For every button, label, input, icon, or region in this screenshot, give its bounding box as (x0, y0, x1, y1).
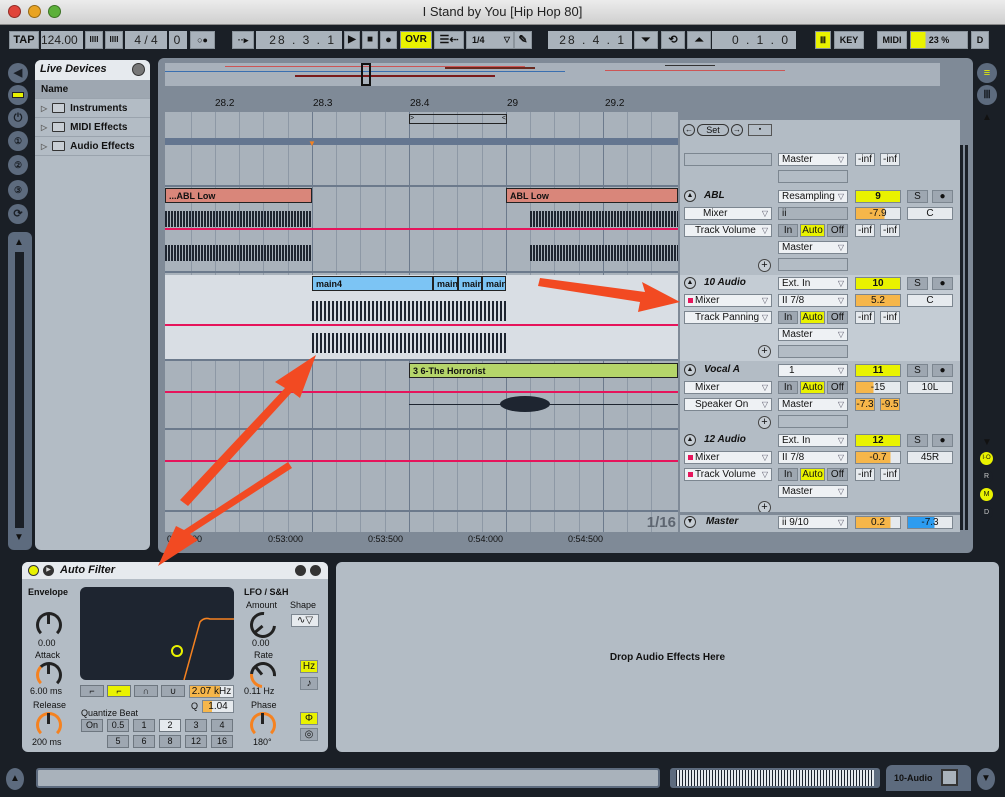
annotation-arrow (538, 278, 680, 312)
annotation-arrows (158, 278, 680, 566)
annotation-arrow (180, 355, 316, 506)
annotation-arrow (158, 462, 292, 566)
